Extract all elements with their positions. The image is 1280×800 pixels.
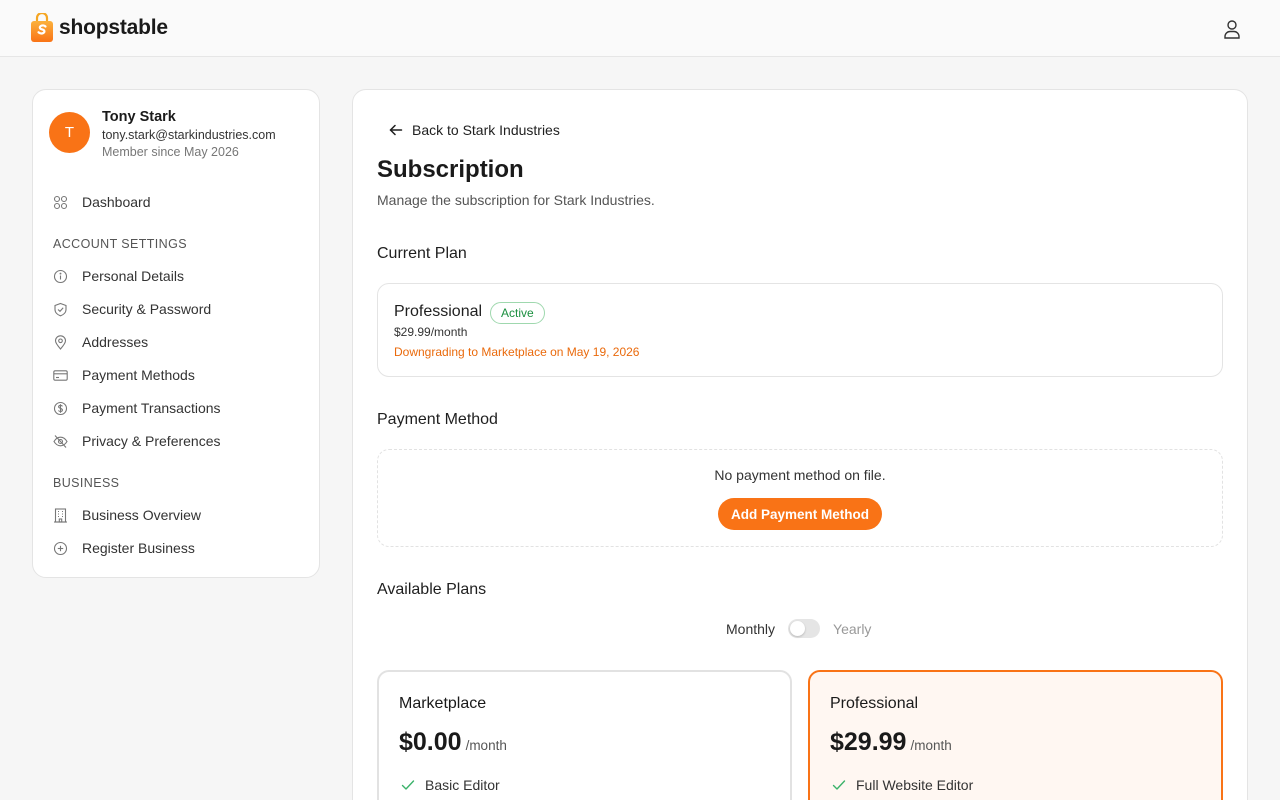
plan-name: Professional — [830, 695, 919, 712]
billing-period-switch[interactable] — [788, 619, 821, 638]
sidebar-item-label: Payment Methods — [82, 367, 195, 383]
plan-price: $0.00 /month — [399, 728, 507, 757]
current-plan-heading: Current Plan — [377, 245, 467, 262]
payment-method-heading: Payment Method — [377, 411, 498, 428]
info-icon — [53, 269, 68, 283]
brand-logo[interactable]: shopstable — [31, 13, 168, 42]
add-payment-method-button[interactable]: Add Payment Method — [718, 498, 882, 530]
no-payment-method-text: No payment method on file. — [714, 467, 886, 483]
sidebar-item-label: Register Business — [82, 540, 195, 556]
top-bar: shopstable — [0, 0, 1280, 57]
sidebar-item-security[interactable]: Security & Password — [53, 301, 211, 317]
plan-amount: $0.00 — [399, 728, 462, 756]
sidebar-item-personal-details[interactable]: Personal Details — [53, 268, 184, 284]
current-plan-price: $29.99/month — [394, 325, 468, 339]
sidebar-item-label: Business Overview — [82, 507, 202, 523]
plan-change-note: Downgrading to Marketplace on May 19, 20… — [394, 345, 640, 359]
map-pin-icon — [54, 334, 67, 350]
account-sidebar: T Tony Stark tony.stark@starkindustries.… — [32, 89, 320, 578]
plan-feature: Full Website Editor — [832, 777, 973, 793]
plan-feature-label: Basic Editor — [425, 777, 500, 793]
subscription-panel: Back to Stark Industries Subscription Ma… — [352, 89, 1248, 800]
sidebar-item-label: Privacy & Preferences — [82, 433, 221, 449]
status-badge: Active — [490, 302, 545, 324]
profile-member-since: Member since May 2026 — [102, 145, 239, 159]
grid-icon — [53, 195, 68, 209]
shield-icon — [54, 302, 67, 316]
credit-card-icon — [53, 369, 68, 381]
page-subtitle: Manage the subscription for Stark Indust… — [377, 192, 655, 208]
current-plan-card: Professional Active $29.99/month Downgra… — [377, 283, 1223, 377]
eye-off-icon — [53, 434, 68, 448]
plan-name: Marketplace — [399, 695, 487, 712]
brand-name: shopstable — [59, 15, 168, 39]
sidebar-item-addresses[interactable]: Addresses — [53, 334, 148, 350]
plan-card-marketplace[interactable]: Marketplace $0.00 /month Basic Editor — [377, 670, 792, 800]
sidebar-item-label: Addresses — [82, 334, 149, 350]
sidebar-item-business-overview[interactable]: Business Overview — [53, 507, 201, 523]
back-link-label: Back to Stark Industries — [412, 122, 560, 138]
user-menu-button[interactable] — [1220, 17, 1244, 41]
business-heading: BUSINESS — [53, 476, 120, 490]
current-plan-name: Professional — [394, 303, 483, 320]
sidebar-item-privacy[interactable]: Privacy & Preferences — [53, 433, 221, 449]
plan-feature: Basic Editor — [401, 777, 500, 793]
plus-circle-icon — [53, 541, 68, 555]
check-icon — [832, 780, 846, 790]
switch-knob — [790, 621, 806, 636]
payment-method-card: No payment method on file. Add Payment M… — [377, 449, 1223, 547]
monthly-label[interactable]: Monthly — [726, 621, 775, 637]
profile-summary: T Tony Stark tony.stark@starkindustries.… — [49, 108, 276, 160]
profile-name: Tony Stark — [102, 109, 176, 125]
account-settings-heading: ACCOUNT SETTINGS — [53, 237, 187, 251]
dollar-circle-icon — [53, 401, 68, 415]
sidebar-item-payment-methods[interactable]: Payment Methods — [53, 367, 195, 383]
billing-toggle: Monthly Yearly — [726, 619, 871, 638]
plan-period: /month — [465, 738, 507, 753]
page-title: Subscription — [377, 156, 524, 183]
plan-price: $29.99 /month — [830, 728, 952, 757]
building-icon — [54, 507, 67, 523]
sidebar-item-label: Payment Transactions — [82, 400, 221, 416]
profile-email: tony.stark@starkindustries.com — [102, 128, 276, 142]
sidebar-item-register-business[interactable]: Register Business — [53, 540, 195, 556]
sidebar-item-dashboard[interactable]: Dashboard — [53, 194, 151, 210]
sidebar-item-label: Personal Details — [82, 268, 184, 284]
user-icon — [1224, 19, 1240, 39]
plan-card-professional[interactable]: Professional $29.99 /month Full Website … — [808, 670, 1223, 800]
back-link[interactable]: Back to Stark Industries — [389, 122, 560, 138]
sidebar-item-label: Dashboard — [82, 194, 151, 210]
check-icon — [401, 780, 415, 790]
plan-feature-label: Full Website Editor — [856, 777, 974, 793]
plan-amount: $29.99 — [830, 728, 907, 756]
avatar: T — [49, 112, 90, 153]
sidebar-item-label: Security & Password — [82, 301, 212, 317]
available-plans-heading: Available Plans — [377, 581, 487, 598]
shopping-bag-icon — [31, 13, 53, 42]
arrow-left-icon — [389, 124, 403, 136]
sidebar-item-payment-transactions[interactable]: Payment Transactions — [53, 400, 221, 416]
yearly-label[interactable]: Yearly — [833, 621, 871, 637]
plan-period: /month — [910, 738, 952, 753]
